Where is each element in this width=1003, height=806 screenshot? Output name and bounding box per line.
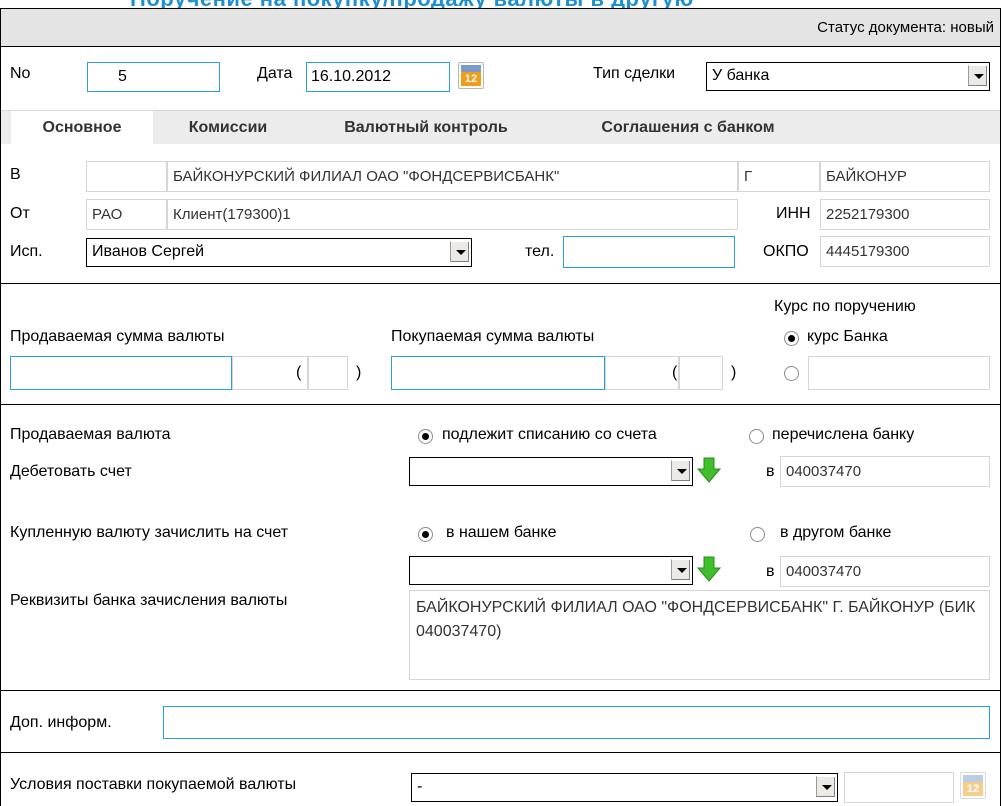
document-number-input[interactable]: 5 <box>87 62 220 92</box>
okpo-label: ОКПО <box>763 243 809 260</box>
sold-paren-close: ) <box>356 364 362 381</box>
calendar-icon: 12 <box>960 772 986 799</box>
extra-info-label: Доп. информ. <box>10 714 112 731</box>
bought-currency-iso <box>679 356 723 390</box>
green-arrow-down-icon[interactable] <box>697 457 721 483</box>
from-label: От <box>10 205 30 222</box>
to-code-field <box>86 161 167 192</box>
bought-paren-close: ) <box>731 364 737 381</box>
bought-amount-input[interactable] <box>391 356 605 390</box>
tab-bar: Основное Комиссии Валютный контроль Согл… <box>1 110 1000 145</box>
extra-info-input[interactable] <box>163 706 990 739</box>
delivery-terms-value: - <box>417 778 423 795</box>
chevron-down-icon[interactable] <box>450 241 469 262</box>
debit-in-label: в <box>766 463 775 480</box>
divider <box>1 404 1000 405</box>
document-status: Статус документа: новый <box>817 19 994 36</box>
to-city-prefix: Г <box>738 161 820 192</box>
phone-label: тел. <box>525 243 555 260</box>
phone-input[interactable] <box>563 236 735 268</box>
tab-commissions[interactable]: Комиссии <box>159 111 297 145</box>
chevron-down-icon[interactable] <box>671 460 690 481</box>
calendar-icon[interactable]: 12 <box>458 62 484 89</box>
debit-option-label: подлежит списанию со счета <box>442 426 657 443</box>
sold-amount-input[interactable] <box>10 356 232 390</box>
debit-bik-field: 040037470 <box>780 456 990 487</box>
bought-currency-code <box>605 356 679 390</box>
debit-account-label: Дебетовать счет <box>10 463 132 480</box>
to-label: В <box>10 166 21 183</box>
rate-bank-radio[interactable] <box>784 331 799 346</box>
credit-bik-field: 040037470 <box>780 556 990 587</box>
deal-type-label: Тип сделки <box>593 65 676 82</box>
okpo-field: 4445179300 <box>820 236 990 267</box>
sold-amount-label: Продаваемая сумма валюты <box>10 328 225 345</box>
debit-radio[interactable] <box>418 429 433 444</box>
sold-currency-iso <box>308 356 348 390</box>
status-bar: Статус документа: новый <box>1 9 1000 47</box>
transfer-option-label: перечислена банку <box>772 426 915 443</box>
number-label: No <box>10 65 31 82</box>
executor-value: Иванов Сергей <box>92 243 205 260</box>
date-label: Дата <box>257 65 293 82</box>
bank-details-label: Реквизиты банка зачисления валюты <box>10 592 288 609</box>
credit-account-select[interactable] <box>409 556 693 585</box>
green-arrow-down-icon[interactable] <box>697 556 721 582</box>
debit-account-select[interactable] <box>409 457 693 486</box>
executor-select[interactable]: Иванов Сергей <box>86 238 472 267</box>
bought-amount-label: Покупаемая сумма валюты <box>391 328 595 345</box>
rate-title: Курс по поручению <box>774 298 916 315</box>
rate-custom-radio[interactable] <box>784 366 799 381</box>
rate-custom-input[interactable] <box>808 356 990 390</box>
divider <box>1 690 1000 691</box>
divider <box>1 283 1000 284</box>
divider <box>1 752 1000 753</box>
to-city-field: БАЙКОНУР <box>820 161 990 192</box>
bank-details-field: БАЙКОНУРСКИЙ ФИЛИАЛ ОАО "ФОНДСЕРВИСБАНК"… <box>409 590 990 680</box>
executor-label: Исп. <box>10 243 43 260</box>
deal-type-select[interactable]: У банка <box>706 62 990 91</box>
credit-in-label: в <box>766 563 775 580</box>
delivery-terms-label: Условия поставки покупаемой валюты <box>10 776 297 793</box>
chevron-down-icon[interactable] <box>816 776 835 797</box>
sold-paren-open: ( <box>296 364 302 381</box>
deal-type-value: У банка <box>712 67 770 84</box>
other-bank-option-label: в другом банке <box>780 524 892 541</box>
chevron-down-icon[interactable] <box>968 65 987 86</box>
bought-paren-open: ( <box>672 364 678 381</box>
bought-currency-label: Купленную валюту зачислить на счет <box>10 524 289 541</box>
date-input[interactable]: 16.10.2012 <box>306 62 450 92</box>
from-client-field: Клиент(179300)1 <box>167 199 738 230</box>
inn-field: 2252179300 <box>820 199 990 230</box>
delivery-terms-select[interactable]: - <box>411 773 838 802</box>
chevron-down-icon[interactable] <box>671 559 690 580</box>
delivery-date-field <box>844 772 954 803</box>
sold-currency-label: Продаваемая валюта <box>10 426 171 443</box>
from-code-field: РАО <box>86 199 167 230</box>
tab-bank-agreements[interactable]: Соглашения с банком <box>556 111 820 145</box>
tab-main[interactable]: Основное <box>11 111 153 145</box>
rate-bank-label: курс Банка <box>807 328 888 345</box>
tab-currency-control[interactable]: Валютный контроль <box>307 111 545 145</box>
our-bank-radio[interactable] <box>418 527 433 542</box>
other-bank-radio[interactable] <box>750 527 765 542</box>
our-bank-option-label: в нашем банке <box>446 524 557 541</box>
to-bank-field: БАЙКОНУРСКИЙ ФИЛИАЛ ОАО "ФОНДСЕРВИСБАНК" <box>167 161 738 192</box>
inn-label: ИНН <box>776 205 811 222</box>
transfer-radio[interactable] <box>749 429 764 444</box>
